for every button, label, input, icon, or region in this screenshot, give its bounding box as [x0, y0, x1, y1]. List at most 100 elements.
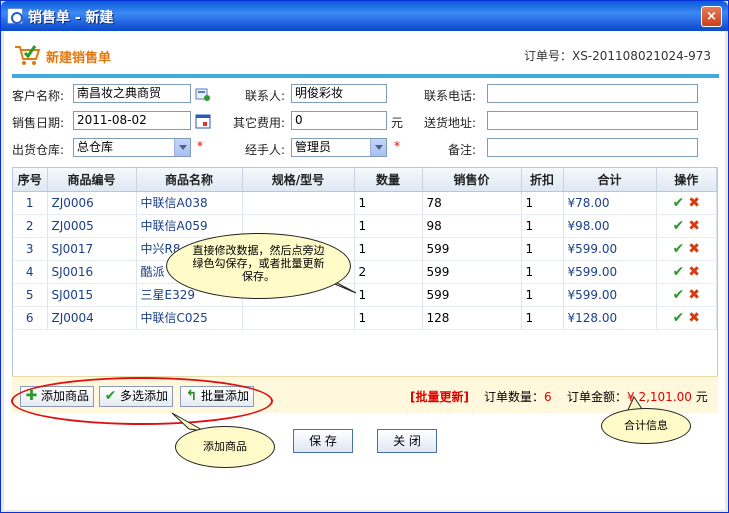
table-row[interactable]: 2 ZJ0005 中联信A059 1 98 1 ¥98.00 ✔ ✖	[13, 214, 717, 238]
table-row[interactable]: 3 SJ0017 中兴R8 1 599 1 ¥599.00 ✔ ✖	[13, 237, 717, 261]
order-count: 订单数量：6	[484, 388, 552, 405]
save-row-check-icon[interactable]: ✔	[673, 218, 685, 234]
delete-row-icon[interactable]: ✖	[688, 195, 700, 211]
table-row[interactable]: 6 ZJ0004 中联信C025 1 128 1 ¥128.00 ✔ ✖	[13, 306, 717, 330]
cell-qty[interactable]: 1	[354, 283, 423, 307]
column-header[interactable]: 商品编号	[47, 168, 137, 192]
column-header[interactable]: 序号	[13, 168, 48, 192]
cell-discount[interactable]: 1	[521, 260, 564, 284]
order-amount: 订单金额：¥ 2,101.00 元	[567, 388, 708, 405]
handler-select[interactable]: 管理员	[291, 138, 387, 157]
cell-qty[interactable]: 2	[354, 260, 423, 284]
table-row[interactable]: 4 SJ0016 酷派 2 599 1 ¥599.00 ✔ ✖	[13, 260, 717, 284]
chevron-down-icon[interactable]	[174, 139, 190, 156]
close-window-button[interactable]: ×	[701, 6, 722, 27]
cell-actions: ✔ ✖	[656, 237, 717, 261]
cell-actions: ✔ ✖	[656, 260, 717, 284]
chevron-down-icon[interactable]	[370, 139, 386, 156]
cell-spec	[242, 191, 355, 215]
product-grid: 序号 商品编号 商品名称 规格/型号 数量 销售价 折扣 合计 操作 1 ZJ0006 中联信A03…	[12, 167, 718, 404]
table-header: 序号 商品编号 商品名称 规格/型号 数量 销售价 折扣 合计 操作	[13, 168, 717, 192]
cell-price[interactable]: 128	[422, 306, 522, 330]
handler-label: 经手人:	[245, 143, 286, 157]
window-title: 销售单 - 新建	[28, 10, 114, 26]
calendar-icon[interactable]	[195, 113, 211, 129]
batch-update-label[interactable]: [批量更新]	[410, 390, 469, 404]
column-header[interactable]: 合计	[563, 168, 657, 192]
cell-price[interactable]: 98	[422, 214, 522, 238]
cell-code: ZJ0006	[47, 191, 137, 215]
delete-row-icon[interactable]: ✖	[688, 287, 700, 303]
close-button[interactable]: 关 闭	[377, 429, 437, 453]
cell-discount[interactable]: 1	[521, 283, 564, 307]
column-header[interactable]: 折扣	[521, 168, 564, 192]
address-input[interactable]	[487, 111, 698, 130]
cell-qty[interactable]: 1	[354, 237, 423, 261]
product-table: 序号 商品编号 商品名称 规格/型号 数量 销售价 折扣 合计 操作 1 ZJ0006 中联信A03…	[13, 168, 717, 330]
add-product-callout: 添加商品	[175, 426, 275, 468]
order-amount-unit: 元	[695, 390, 708, 404]
column-header[interactable]: 销售价	[422, 168, 522, 192]
cell-price[interactable]: 599	[422, 237, 522, 261]
save-row-check-icon[interactable]: ✔	[673, 241, 685, 257]
save-row-check-icon[interactable]: ✔	[673, 287, 685, 303]
contact-label: 联系人:	[245, 89, 286, 103]
other-fee-label: 其它费用:	[233, 116, 286, 130]
cell-total: ¥599.00	[563, 260, 657, 284]
required-mark: *	[197, 139, 203, 153]
cell-price[interactable]: 599	[422, 283, 522, 307]
table-row[interactable]: 5 SJ0015 三星E329 1 599 1 ¥599.00 ✔ ✖	[13, 283, 717, 307]
order-count-value: 6	[544, 390, 552, 404]
save-button[interactable]: 保 存	[293, 429, 353, 453]
column-header[interactable]: 规格/型号	[242, 168, 355, 192]
cell-name: 中联信A059	[136, 214, 243, 238]
save-row-check-icon[interactable]: ✔	[673, 310, 685, 326]
cell-actions: ✔ ✖	[656, 306, 717, 330]
other-fee-input[interactable]: 0	[291, 111, 387, 130]
delete-row-icon[interactable]: ✖	[688, 241, 700, 257]
order-count-label: 订单数量：	[484, 390, 545, 404]
order-amount-value: ¥ 2,101.00	[627, 390, 692, 404]
save-row-check-icon[interactable]: ✔	[673, 264, 685, 280]
customer-input[interactable]: 南昌妆之典商贸	[73, 84, 191, 103]
column-header[interactable]: 商品名称	[136, 168, 243, 192]
delete-row-icon[interactable]: ✖	[688, 218, 700, 234]
warehouse-value: 总仓库	[77, 140, 114, 154]
cell-no: 5	[13, 283, 48, 307]
cell-code: ZJ0005	[47, 214, 137, 238]
table-row[interactable]: 1 ZJ0006 中联信A038 1 78 1 ¥78.00 ✔ ✖	[13, 191, 717, 215]
cell-qty[interactable]: 1	[354, 306, 423, 330]
cell-total: ¥98.00	[563, 214, 657, 238]
title-bar[interactable]: 销售单 - 新建 ×	[1, 1, 728, 31]
cell-discount[interactable]: 1	[521, 306, 564, 330]
cell-discount[interactable]: 1	[521, 214, 564, 238]
cell-code: SJ0016	[47, 260, 137, 284]
cell-no: 1	[13, 191, 48, 215]
cell-qty[interactable]: 1	[354, 214, 423, 238]
contact-input[interactable]: 明俊彩妆	[291, 84, 387, 103]
cell-qty[interactable]: 1	[354, 191, 423, 215]
sale-date-input[interactable]: 2011-08-02	[73, 111, 191, 130]
delete-row-icon[interactable]: ✖	[688, 264, 700, 280]
warehouse-select[interactable]: 总仓库	[73, 138, 191, 157]
phone-input[interactable]	[487, 84, 698, 103]
cell-price[interactable]: 78	[422, 191, 522, 215]
select-customer-icon[interactable]	[195, 86, 211, 102]
order-number: 订单号：XS-201108021024-973	[524, 47, 711, 64]
total-info-callout: 合计信息	[601, 408, 691, 444]
cell-price[interactable]: 599	[422, 260, 522, 284]
header-divider	[12, 74, 719, 78]
cell-code: ZJ0004	[47, 306, 137, 330]
column-header[interactable]: 数量	[354, 168, 423, 192]
cell-no: 4	[13, 260, 48, 284]
cell-no: 3	[13, 237, 48, 261]
remark-input[interactable]	[487, 138, 698, 157]
save-row-check-icon[interactable]: ✔	[673, 195, 685, 211]
cell-actions: ✔ ✖	[656, 191, 717, 215]
column-header[interactable]: 操作	[656, 168, 717, 192]
delete-row-icon[interactable]: ✖	[688, 310, 700, 326]
cell-discount[interactable]: 1	[521, 191, 564, 215]
batch-update-link[interactable]: [批量更新]	[410, 388, 469, 405]
app-icon	[7, 8, 23, 24]
cell-discount[interactable]: 1	[521, 237, 564, 261]
